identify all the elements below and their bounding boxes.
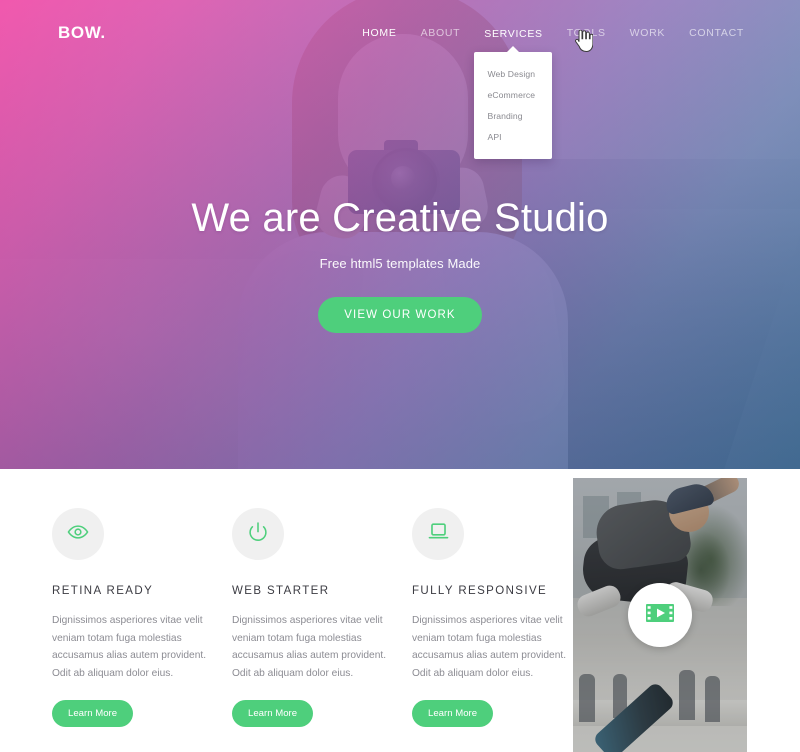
feature-title: WEB STARTER — [232, 585, 330, 597]
nav-item-services[interactable]: SERVICES — [484, 24, 543, 44]
feature-description: Dignissimos asperiores vitae velit venia… — [52, 615, 207, 679]
nav-item-services-wrapper: SERVICES Web Design eCommerce Branding A… — [474, 24, 553, 159]
laptop-icon — [427, 520, 450, 548]
feature-card-retina-ready: RETINA READY Dignissimos asperiores vita… — [52, 508, 232, 728]
services-dropdown-menu: Web Design eCommerce Branding API — [474, 46, 553, 159]
feature-description: Dignissimos asperiores vitae velit venia… — [232, 615, 387, 679]
nav-item-home[interactable]: HOME — [362, 23, 396, 43]
feature-card-web-starter: WEB STARTER Dignissimos asperiores vitae… — [232, 508, 412, 728]
eye-icon — [67, 521, 89, 548]
nav-item-tools[interactable]: TOOLS — [567, 23, 606, 43]
learn-more-button[interactable]: Learn More — [232, 700, 314, 728]
hero-subtitle: Free html5 templates Made — [319, 256, 481, 271]
video-play-icon — [646, 602, 674, 629]
hero-content: We are Creative Studio Free html5 templa… — [0, 196, 800, 333]
eye-icon-circle — [52, 508, 104, 560]
nav-item-contact[interactable]: CONTACT — [689, 23, 744, 43]
landing-page: BOW. HOME ABOUT SERVICES Web Design eCom… — [0, 0, 800, 752]
feature-title: RETINA READY — [52, 585, 154, 597]
video-panel[interactable] — [573, 478, 747, 752]
video-play-button[interactable] — [628, 583, 692, 647]
nav-links: HOME ABOUT SERVICES Web Design eCommerce… — [362, 23, 744, 159]
dropdown-item-api[interactable]: API — [474, 126, 552, 147]
power-icon — [247, 521, 269, 548]
feature-title: FULLY RESPONSIVE — [412, 585, 548, 597]
feature-description: Dignissimos asperiores vitae velit venia… — [412, 615, 567, 679]
laptop-icon-circle — [412, 508, 464, 560]
dropdown-item-web-design[interactable]: Web Design — [474, 63, 552, 84]
learn-more-button[interactable]: Learn More — [52, 700, 134, 728]
nav-item-work[interactable]: WORK — [630, 23, 665, 43]
brand-logo[interactable]: BOW. — [58, 23, 106, 43]
main-navigation: BOW. HOME ABOUT SERVICES Web Design eCom… — [0, 0, 800, 159]
view-our-work-button[interactable]: VIEW OUR WORK — [318, 297, 482, 333]
power-icon-circle — [232, 508, 284, 560]
hero-title: We are Creative Studio — [191, 196, 609, 240]
nav-item-about[interactable]: ABOUT — [421, 23, 461, 43]
dropdown-item-branding[interactable]: Branding — [474, 105, 552, 126]
learn-more-button[interactable]: Learn More — [412, 700, 494, 728]
hero-section: BOW. HOME ABOUT SERVICES Web Design eCom… — [0, 0, 800, 469]
dropdown-item-ecommerce[interactable]: eCommerce — [474, 84, 552, 105]
feature-card-fully-responsive: FULLY RESPONSIVE Dignissimos asperiores … — [412, 508, 592, 728]
